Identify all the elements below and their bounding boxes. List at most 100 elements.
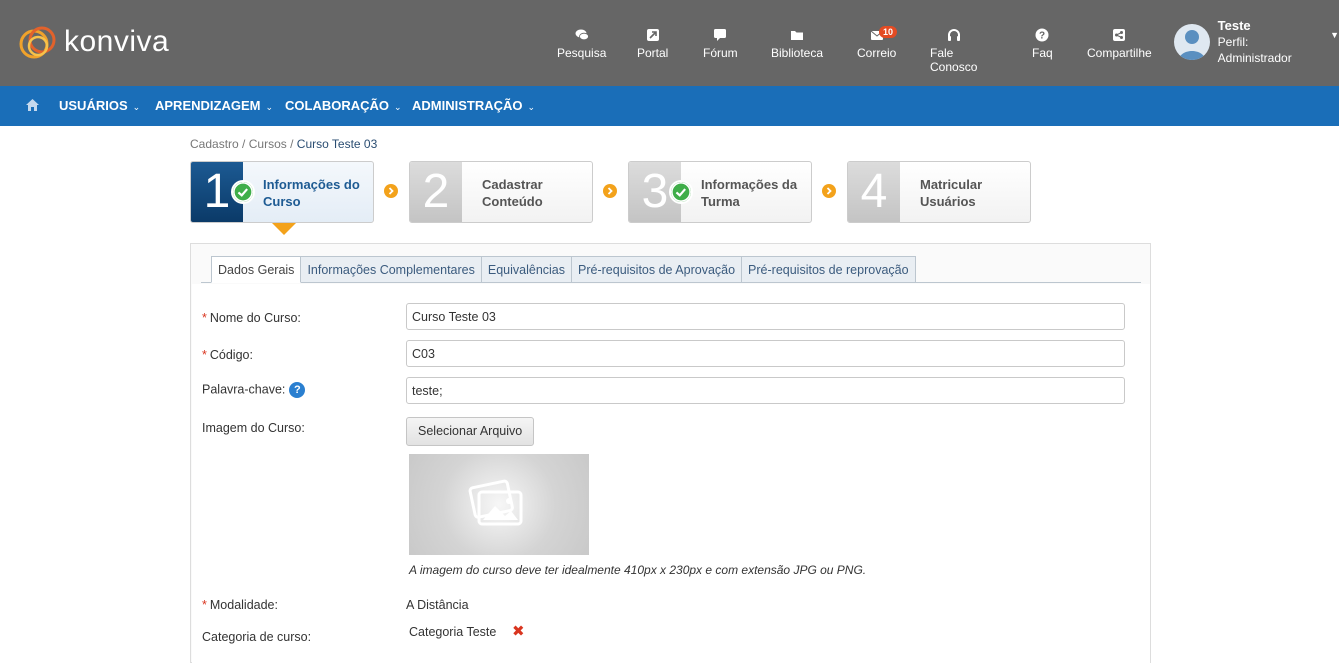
codigo-label: * Código: — [202, 348, 253, 362]
chevron-right-icon — [822, 184, 836, 198]
topnav-label: Fórum — [703, 46, 738, 60]
user-info: Teste Perfil: Administrador — [1218, 18, 1324, 66]
menu-label: ADMINISTRAÇÃO — [412, 98, 523, 113]
chevron-down-icon: ⌄ — [265, 102, 273, 112]
palavra-label-text: Palavra-chave: — [202, 382, 286, 397]
panel-body: *Nome do Curso: *Código: Palavra-chave:?… — [192, 284, 1150, 664]
breadcrumb-separator: / — [290, 137, 294, 151]
tab-pre-requisitos-reprovacao[interactable]: Pré-requisitos de reprovação — [742, 256, 916, 283]
course-code-input[interactable] — [406, 340, 1125, 367]
chevron-down-icon: ⌄ — [527, 102, 536, 112]
modalidade-value: A Distância — [406, 598, 469, 612]
user-silhouette-icon — [1179, 30, 1205, 60]
topnav-label: Compartilhe — [1087, 46, 1152, 60]
step-number: 4 — [848, 162, 900, 222]
remove-category-icon[interactable]: ✖ — [512, 622, 525, 640]
modalidade-label: * Modalidade: — [202, 598, 278, 612]
topnav-label: Biblioteca — [771, 46, 824, 60]
active-step-pointer — [272, 223, 296, 235]
check-icon — [669, 180, 693, 204]
required-mark: * — [202, 598, 207, 612]
required-mark: * — [202, 311, 207, 325]
step-label: Matricular Usuários — [920, 177, 983, 209]
codigo-label-text: Código: — [209, 348, 253, 362]
tab-pre-requisitos-aprovacao[interactable]: Pré-requisitos de Aprovação — [572, 256, 743, 283]
image-placeholder-icon — [468, 479, 523, 526]
topnav-label: Correio — [857, 46, 897, 60]
breadcrumb-cursos[interactable]: Cursos — [249, 137, 287, 151]
tab-equivalencias[interactable]: Equivalências — [481, 256, 573, 283]
topnav-compartilhe[interactable]: Compartilhe — [1087, 28, 1152, 60]
imagem-label: Imagem do Curso: — [202, 421, 305, 435]
breadcrumb-current: Curso Teste 03 — [296, 137, 378, 151]
breadcrumb-cadastro[interactable]: Cadastro — [190, 137, 239, 151]
chevron-down-icon: ⌄ — [132, 102, 141, 112]
topnav-pesquisa[interactable]: Pesquisa — [557, 28, 606, 60]
topnav-faq[interactable]: ? Faq — [1032, 28, 1053, 60]
konviva-logo[interactable]: konviva — [16, 22, 169, 62]
mail-count-badge: 10 — [879, 26, 898, 38]
question-icon: ? — [1035, 28, 1049, 42]
course-name-input[interactable] — [406, 303, 1125, 330]
main-menu-bar: USUÁRIOS ⌄ APRENDIZAGEM ⌄ COLABORAÇÃO ⌄ ADM… — [0, 86, 1339, 126]
check-icon — [231, 180, 255, 204]
headset-icon — [947, 29, 960, 41]
svg-text:?: ? — [1039, 31, 1045, 42]
tab-dados-gerais[interactable]: Dados Gerais — [211, 256, 302, 283]
palavra-label: Palavra-chave:? — [202, 382, 306, 398]
topnav-label: Portal — [637, 46, 669, 60]
logo-rings-icon — [19, 26, 56, 59]
topnav-correio[interactable]: 10 Correio — [857, 26, 898, 60]
caret-down-icon[interactable]: ▼ — [1330, 30, 1339, 40]
step-label: Informações do Curso — [263, 177, 360, 209]
help-icon[interactable]: ? — [289, 382, 306, 398]
menu-label: APRENDIZAGEM — [155, 98, 261, 113]
menu-usuarios[interactable]: USUÁRIOS ⌄ — [59, 98, 140, 113]
nome-label: * Nome do Curso: — [202, 311, 301, 325]
avatar — [1174, 24, 1210, 60]
nome-label-text: Nome do Curso: — [209, 311, 301, 325]
chevron-right-icon — [603, 184, 617, 198]
menu-administracao[interactable]: ADMINISTRAÇÃO ⌄ — [412, 98, 535, 113]
wizard-step-4[interactable]: 4 Matricular Usuários — [847, 161, 1031, 223]
wizard-step-3[interactable]: 3 Informações da Turma — [628, 161, 812, 223]
step-number: 2 — [410, 162, 462, 222]
categoria-value: Categoria Teste — [409, 625, 497, 639]
breadcrumb-separator: / — [242, 137, 246, 151]
folder-icon — [791, 31, 804, 40]
menu-aprendizagem[interactable]: APRENDIZAGEM ⌄ — [155, 98, 273, 113]
keyword-input[interactable] — [406, 377, 1125, 404]
user-role: Perfil: Administrador — [1217, 35, 1292, 65]
tab-informacoes-complementares[interactable]: Informações Complementares — [301, 256, 482, 283]
course-form-panel: *Nome do Curso: *Código: Palavra-chave:?… — [190, 243, 1151, 664]
topnav-portal[interactable]: Portal — [637, 28, 668, 60]
top-header: konviva Pesquisa Portal Fórum Biblioteca… — [0, 0, 1339, 86]
topnav-label: Fale Conosco — [930, 46, 978, 74]
wizard-step-2[interactable]: 2 Cadastrar Conteúdo — [409, 161, 593, 223]
topnav-biblioteca[interactable]: Biblioteca — [771, 28, 823, 60]
forum-icon — [714, 29, 727, 41]
chevron-down-icon: ⌄ — [394, 102, 402, 112]
chevron-right-icon — [384, 184, 398, 198]
topnav-fale-conosco[interactable]: Fale Conosco — [930, 28, 977, 74]
topnav-forum[interactable]: Fórum — [703, 28, 738, 60]
categoria-label: Categoria de curso: — [202, 630, 312, 644]
user-name: Teste — [1217, 18, 1251, 33]
portal-icon — [646, 29, 659, 41]
brand-name: konviva — [64, 25, 170, 58]
user-menu[interactable]: Teste Perfil: Administrador ▼ — [1174, 18, 1339, 65]
menu-label: COLABORAÇÃO — [285, 98, 389, 113]
wizard-step-1[interactable]: 1 Informações do Curso — [190, 161, 374, 223]
topnav-label: Faq — [1032, 46, 1053, 60]
menu-label: USUÁRIOS — [59, 98, 128, 113]
menu-colaboracao[interactable]: COLABORAÇÃO ⌄ — [285, 98, 402, 113]
step-label: Informações da Turma — [701, 177, 798, 209]
modalidade-label-text: Modalidade: — [209, 598, 278, 612]
required-mark: * — [202, 348, 207, 362]
select-file-button[interactable]: Selecionar Arquivo — [406, 417, 535, 446]
search-chat-icon — [575, 29, 589, 41]
home-icon[interactable] — [25, 98, 40, 112]
share-icon — [1113, 29, 1126, 41]
form-tabs: Dados Gerais Informações Complementares … — [211, 256, 916, 283]
image-size-note: A imagem do curso deve ter idealmente 41… — [409, 563, 867, 577]
